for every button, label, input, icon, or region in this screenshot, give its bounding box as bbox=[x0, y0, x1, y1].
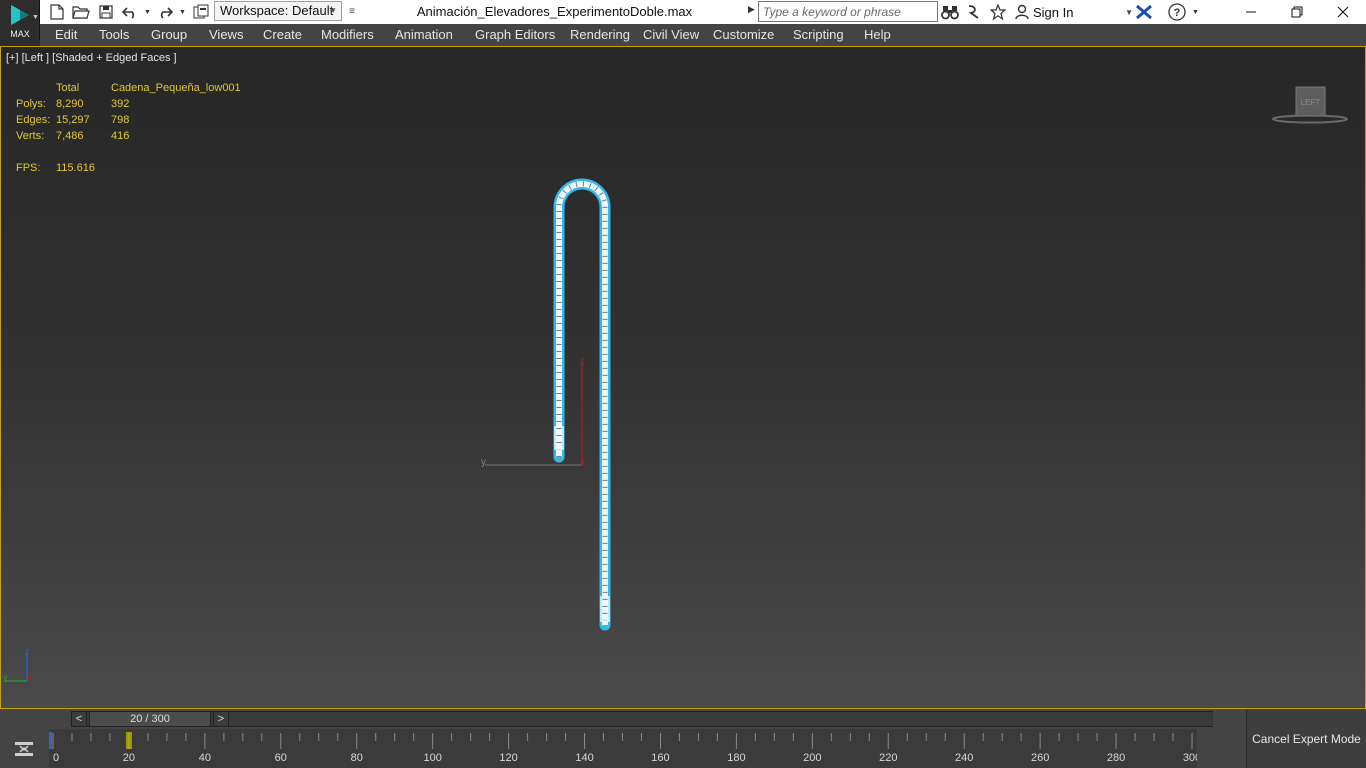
user-icon bbox=[1015, 4, 1029, 20]
corner-axis-y: y bbox=[3, 672, 8, 682]
left-viewport[interactable]: [+] [Left ] [Shaded + Edged Faces ] Tota… bbox=[0, 46, 1366, 709]
sign-in-label: Sign In bbox=[1033, 4, 1074, 20]
viewcube-face-label: LEFT bbox=[1301, 98, 1321, 107]
menu-tools[interactable]: Tools bbox=[99, 24, 129, 46]
menu-scripting[interactable]: Scripting bbox=[793, 24, 844, 46]
workspace-menu-icon[interactable]: ≡ bbox=[345, 3, 359, 21]
corner-axis-x: x bbox=[27, 672, 32, 682]
menu-animation[interactable]: Animation bbox=[395, 24, 453, 46]
redo-dropdown-icon[interactable]: ▼ bbox=[179, 9, 186, 16]
next-frame-button[interactable]: > bbox=[213, 711, 229, 727]
workspace-value: Workspace: Default bbox=[220, 3, 334, 18]
trackbar-label: 20 bbox=[123, 752, 135, 764]
title-bar: MAX ▼ ▼ ▼ Workspace: Default ▼ ≡ Animaci… bbox=[0, 0, 1366, 40]
trackbar-label: 220 bbox=[879, 752, 897, 764]
max-logo-icon bbox=[11, 5, 29, 25]
key-marker bbox=[49, 732, 52, 749]
menu-group[interactable]: Group bbox=[151, 24, 187, 46]
time-slider-thumb[interactable]: 20 / 300 bbox=[89, 711, 211, 727]
menu-bar: Edit Tools Group Views Create Modifiers … bbox=[40, 24, 1366, 46]
trackbar[interactable]: 0 20 40 60 80 100 120 140 160 180 200 220 240 260 280 3… bbox=[49, 729, 1197, 768]
chevron-down-icon: ▼ bbox=[32, 14, 39, 21]
minimize-icon[interactable] bbox=[1228, 0, 1274, 24]
undo-icon[interactable] bbox=[121, 3, 139, 21]
chevron-down-icon: ▼ bbox=[1125, 7, 1133, 17]
search-input[interactable] bbox=[758, 1, 938, 22]
time-slider: < 20 / 300 > bbox=[0, 709, 1246, 729]
trackbar-label: 80 bbox=[351, 752, 363, 764]
close-icon[interactable] bbox=[1320, 0, 1366, 24]
autodesk-x-icon[interactable] bbox=[1135, 3, 1153, 21]
trackbar-label: 200 bbox=[803, 752, 821, 764]
binoculars-icon[interactable] bbox=[941, 3, 959, 21]
favorites-star-icon[interactable] bbox=[989, 3, 1007, 21]
menu-graph-editors[interactable]: Graph Editors bbox=[475, 24, 555, 46]
trackbar-label: 140 bbox=[575, 752, 593, 764]
pivot-y-label: y bbox=[481, 457, 486, 468]
communication-icon[interactable] bbox=[965, 3, 983, 21]
save-icon[interactable] bbox=[97, 3, 115, 21]
trackbar-label: 160 bbox=[651, 752, 669, 764]
axis-tripod-icon: z y x bbox=[3, 646, 32, 682]
previous-frame-button[interactable]: < bbox=[71, 711, 87, 727]
pivot-z-label: z bbox=[580, 356, 585, 367]
pivot-gizmo[interactable]: z y x bbox=[481, 356, 585, 468]
help-dropdown-icon[interactable]: ▼ bbox=[1192, 9, 1199, 16]
menu-create[interactable]: Create bbox=[263, 24, 302, 46]
timeline-panel: < 20 / 300 > 0 20 40 60 80 100 120 140 160 180 200… bbox=[0, 709, 1366, 768]
trackbar-label: 240 bbox=[955, 752, 973, 764]
trackbar-label: 120 bbox=[499, 752, 517, 764]
viewcube[interactable]: LEFT bbox=[1269, 85, 1349, 125]
trackbar-label: 0 bbox=[53, 752, 59, 764]
pivot-x-label: x bbox=[580, 457, 585, 468]
search-expand-icon[interactable]: ▶ bbox=[748, 4, 755, 15]
svg-text:?: ? bbox=[1174, 7, 1181, 19]
sign-in-button[interactable]: Sign In ▼ bbox=[1015, 0, 1133, 24]
trackbar-label: 60 bbox=[275, 752, 287, 764]
trackbar-ticks bbox=[52, 733, 1193, 749]
trackbar-label: 40 bbox=[199, 752, 211, 764]
open-folder-icon[interactable] bbox=[72, 3, 90, 21]
application-menu-button[interactable]: MAX ▼ bbox=[0, 0, 40, 40]
help-icon[interactable]: ? bbox=[1168, 3, 1186, 21]
menu-rendering[interactable]: Rendering bbox=[570, 24, 630, 46]
cancel-expert-mode-button[interactable]: Cancel Expert Mode bbox=[1246, 709, 1366, 768]
logo-caption: MAX bbox=[10, 29, 30, 39]
current-frame-marker[interactable] bbox=[125, 732, 132, 749]
scene-canvas: z y x bbox=[481, 178, 611, 631]
document-title: Animación_Elevadores_ExperimentoDoble.ma… bbox=[416, 4, 693, 19]
trackbar-config-icon[interactable] bbox=[0, 729, 48, 768]
trackbar-label: 100 bbox=[423, 752, 441, 764]
menu-customize[interactable]: Customize bbox=[713, 24, 774, 46]
chevron-down-icon: ▼ bbox=[329, 6, 337, 15]
menu-help[interactable]: Help bbox=[864, 24, 891, 46]
menu-edit[interactable]: Edit bbox=[55, 24, 77, 46]
menu-views[interactable]: Views bbox=[209, 24, 243, 46]
trackbar-label: 180 bbox=[727, 752, 745, 764]
trackbar-label: 260 bbox=[1031, 752, 1049, 764]
menu-modifiers[interactable]: Modifiers bbox=[321, 24, 374, 46]
corner-axis-z: z bbox=[25, 646, 30, 656]
trackbar-labels: 0 20 40 60 80 100 120 140 160 180 200 220 240 260 280 3… bbox=[53, 752, 1197, 764]
trackbar-label: 280 bbox=[1107, 752, 1125, 764]
workspace-dropdown[interactable]: Workspace: Default ▼ bbox=[214, 1, 342, 21]
new-file-icon[interactable] bbox=[48, 3, 66, 21]
menu-civil-view[interactable]: Civil View bbox=[643, 24, 699, 46]
undo-dropdown-icon[interactable]: ▼ bbox=[144, 9, 151, 16]
project-folder-icon[interactable] bbox=[192, 3, 210, 21]
trackbar-label: 300 bbox=[1183, 752, 1197, 764]
redo-icon[interactable] bbox=[156, 3, 174, 21]
restore-icon[interactable] bbox=[1274, 0, 1320, 24]
time-slider-track[interactable] bbox=[87, 711, 1213, 727]
